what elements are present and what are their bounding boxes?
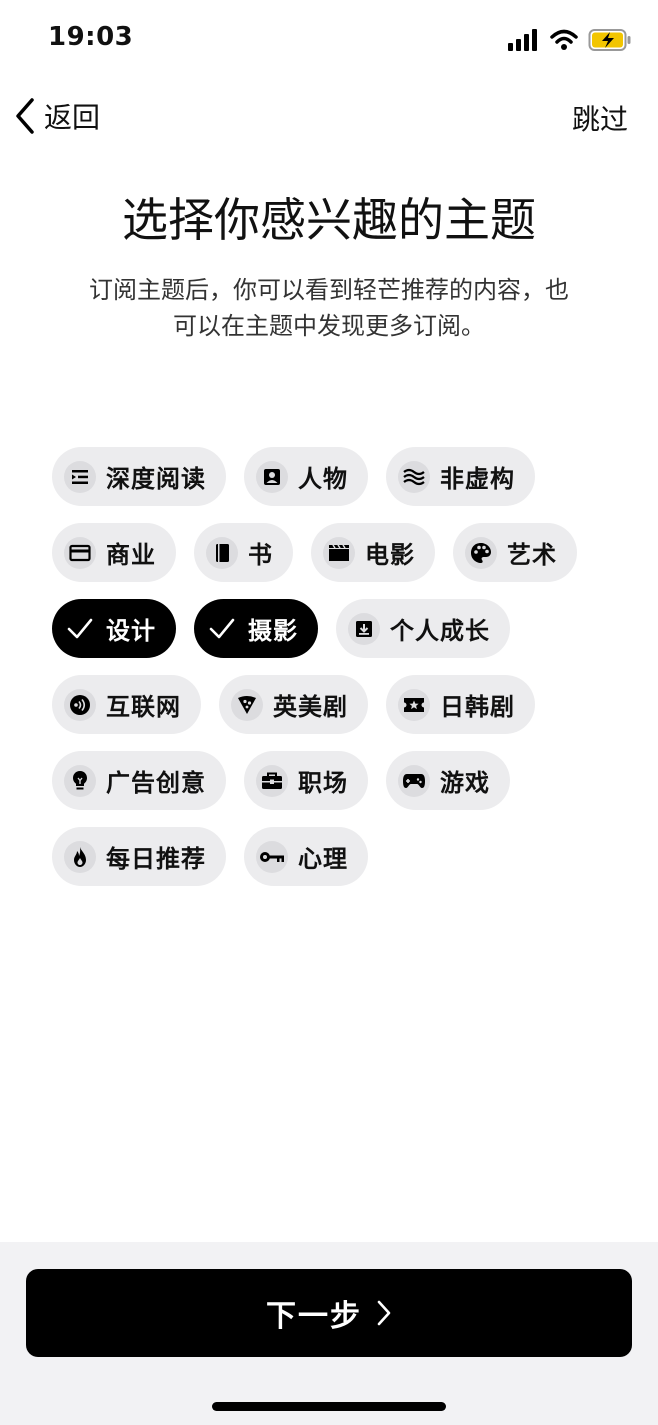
topic-chip-movies[interactable]: 电影	[311, 523, 435, 582]
signal-icon	[508, 29, 537, 51]
topic-chip-label: 艺术	[507, 541, 557, 569]
next-step-label: 下一步	[266, 1299, 362, 1334]
topic-chip-photography[interactable]: 摄影	[194, 599, 318, 658]
topic-chip-business[interactable]: 商业	[52, 523, 176, 582]
topic-chip-jp-kr-drama[interactable]: 日韩剧	[386, 675, 535, 734]
battery-charging-icon	[588, 29, 631, 51]
waves-icon	[398, 460, 430, 493]
topic-chip-label: 互联网	[106, 693, 181, 721]
page-subtitle: 订阅主题后，你可以看到轻芒推荐的内容，也 可以在主题中发现更多订阅。	[58, 272, 600, 344]
status-time: 19:03	[48, 22, 134, 52]
chip-row: 商业 书 电影 艺术	[52, 523, 622, 582]
next-step-button[interactable]: 下一步	[26, 1269, 632, 1357]
broadcast-icon	[64, 688, 96, 721]
chevron-right-icon	[377, 1300, 391, 1326]
topic-chip-label: 设计	[106, 617, 156, 645]
topic-chip-advertising[interactable]: 广告创意	[52, 751, 226, 810]
lightbulb-icon	[64, 764, 96, 797]
indent-icon	[64, 460, 96, 493]
status-icons	[508, 28, 632, 52]
flame-icon	[64, 840, 96, 873]
status-bar: 19:03	[0, 0, 658, 80]
topic-chip-design[interactable]: 设计	[52, 599, 176, 658]
topic-chip-internet[interactable]: 互联网	[52, 675, 201, 734]
check-icon	[64, 613, 96, 645]
back-button[interactable]: 返回	[14, 96, 100, 136]
topic-chip-label: 摄影	[248, 617, 298, 645]
credit-card-icon	[64, 536, 96, 569]
topic-chip-label: 非虚构	[440, 465, 515, 493]
palette-icon	[465, 536, 497, 569]
topic-chip-label: 电影	[365, 541, 415, 569]
contact-icon	[256, 460, 288, 493]
topic-chip-workplace[interactable]: 职场	[244, 751, 368, 810]
nav-bar: 返回 跳过	[0, 80, 658, 152]
topic-chip-label: 深度阅读	[106, 465, 206, 493]
clapperboard-icon	[323, 536, 355, 569]
topic-chip-label: 心理	[298, 845, 348, 873]
chip-row: 深度阅读 人物 非虚构	[52, 447, 622, 506]
topic-chip-label: 广告创意	[106, 769, 206, 797]
chip-row: 互联网 英美剧 日韩剧	[52, 675, 622, 734]
topic-chip-list: 深度阅读 人物 非虚构 商业 书 电影 艺术 设计 摄影 个人成长 互联网 英美…	[52, 447, 622, 903]
topic-chip-art[interactable]: 艺术	[453, 523, 577, 582]
topic-chip-us-uk-drama[interactable]: 英美剧	[219, 675, 368, 734]
topic-chip-label: 职场	[298, 769, 348, 797]
topic-chip-label: 游戏	[440, 769, 490, 797]
download-box-icon	[348, 612, 380, 645]
page-title: 选择你感兴趣的主题	[122, 193, 536, 247]
topic-chip-label: 日韩剧	[440, 693, 515, 721]
topic-chip-label: 书	[248, 541, 273, 569]
wifi-icon	[550, 29, 578, 50]
topic-chip-nonfiction[interactable]: 非虚构	[386, 447, 535, 506]
topic-chip-label: 个人成长	[390, 617, 490, 645]
subtitle-line-2: 可以在主题中发现更多订阅。	[173, 312, 485, 340]
pizza-icon	[231, 688, 263, 721]
briefcase-icon	[256, 764, 288, 797]
check-icon	[206, 613, 238, 645]
chip-row: 每日推荐 心理	[52, 827, 622, 886]
topic-chip-psychology[interactable]: 心理	[244, 827, 368, 886]
topic-chip-daily-picks[interactable]: 每日推荐	[52, 827, 226, 886]
topic-chip-people[interactable]: 人物	[244, 447, 368, 506]
home-indicator	[212, 1402, 446, 1411]
topic-chip-label: 商业	[106, 541, 156, 569]
topic-chip-label: 每日推荐	[106, 845, 206, 873]
subtitle-line-1: 订阅主题后，你可以看到轻芒推荐的内容，也	[89, 276, 569, 304]
ticket-icon	[398, 688, 430, 721]
key-icon	[256, 840, 288, 873]
chip-row: 广告创意 职场 游戏	[52, 751, 622, 810]
back-label: 返回	[44, 101, 101, 134]
chevron-left-icon	[16, 98, 34, 134]
topic-chip-label: 英美剧	[273, 693, 348, 721]
topic-chip-books[interactable]: 书	[194, 523, 293, 582]
skip-button[interactable]: 跳过	[572, 98, 628, 138]
topic-chip-personal-growth[interactable]: 个人成长	[336, 599, 510, 658]
book-icon	[206, 536, 238, 569]
chip-row: 设计 摄影 个人成长	[52, 599, 622, 658]
topic-chip-label: 人物	[298, 465, 348, 493]
gamepad-icon	[398, 764, 430, 797]
topic-chip-games[interactable]: 游戏	[386, 751, 510, 810]
topic-chip-deep-reading[interactable]: 深度阅读	[52, 447, 226, 506]
